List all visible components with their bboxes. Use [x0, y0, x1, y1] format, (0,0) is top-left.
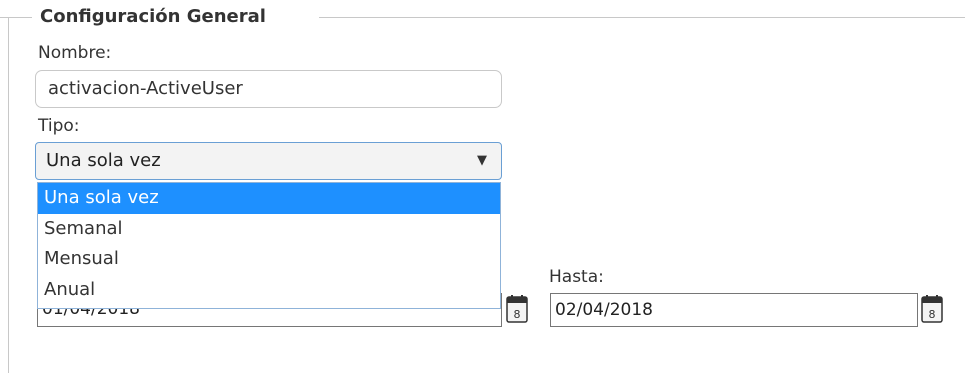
calendar-icon[interactable]: 8 [921, 294, 943, 324]
tipo-option-anual[interactable]: Anual [38, 275, 500, 306]
fieldset-border [8, 17, 9, 373]
tipo-option-una-sola-vez[interactable]: Una sola vez [38, 183, 500, 214]
fieldset-border [319, 17, 965, 18]
svg-text:8: 8 [929, 308, 936, 321]
tipo-select-value: Una sola vez [46, 150, 161, 171]
hasta-label: Hasta: [549, 267, 604, 287]
tipo-option-semanal[interactable]: Semanal [38, 214, 500, 245]
tipo-select[interactable]: Una sola vez ▼ [35, 142, 502, 180]
tipo-dropdown-list: Una sola vez Semanal Mensual Anual [37, 182, 501, 309]
chevron-down-icon[interactable]: ▼ [477, 143, 487, 179]
tipo-label: Tipo: [38, 116, 80, 136]
nombre-label: Nombre: [38, 43, 112, 63]
section-title: Configuración General [40, 6, 266, 27]
calendar-icon[interactable]: 8 [506, 294, 528, 324]
fieldset-border [0, 17, 32, 18]
hasta-date-input[interactable]: 02/04/2018 [550, 293, 918, 327]
svg-text:8: 8 [514, 308, 521, 321]
nombre-input[interactable]: activacion-ActiveUser [35, 70, 502, 108]
hasta-date-value: 02/04/2018 [555, 300, 653, 320]
tipo-option-mensual[interactable]: Mensual [38, 244, 500, 275]
